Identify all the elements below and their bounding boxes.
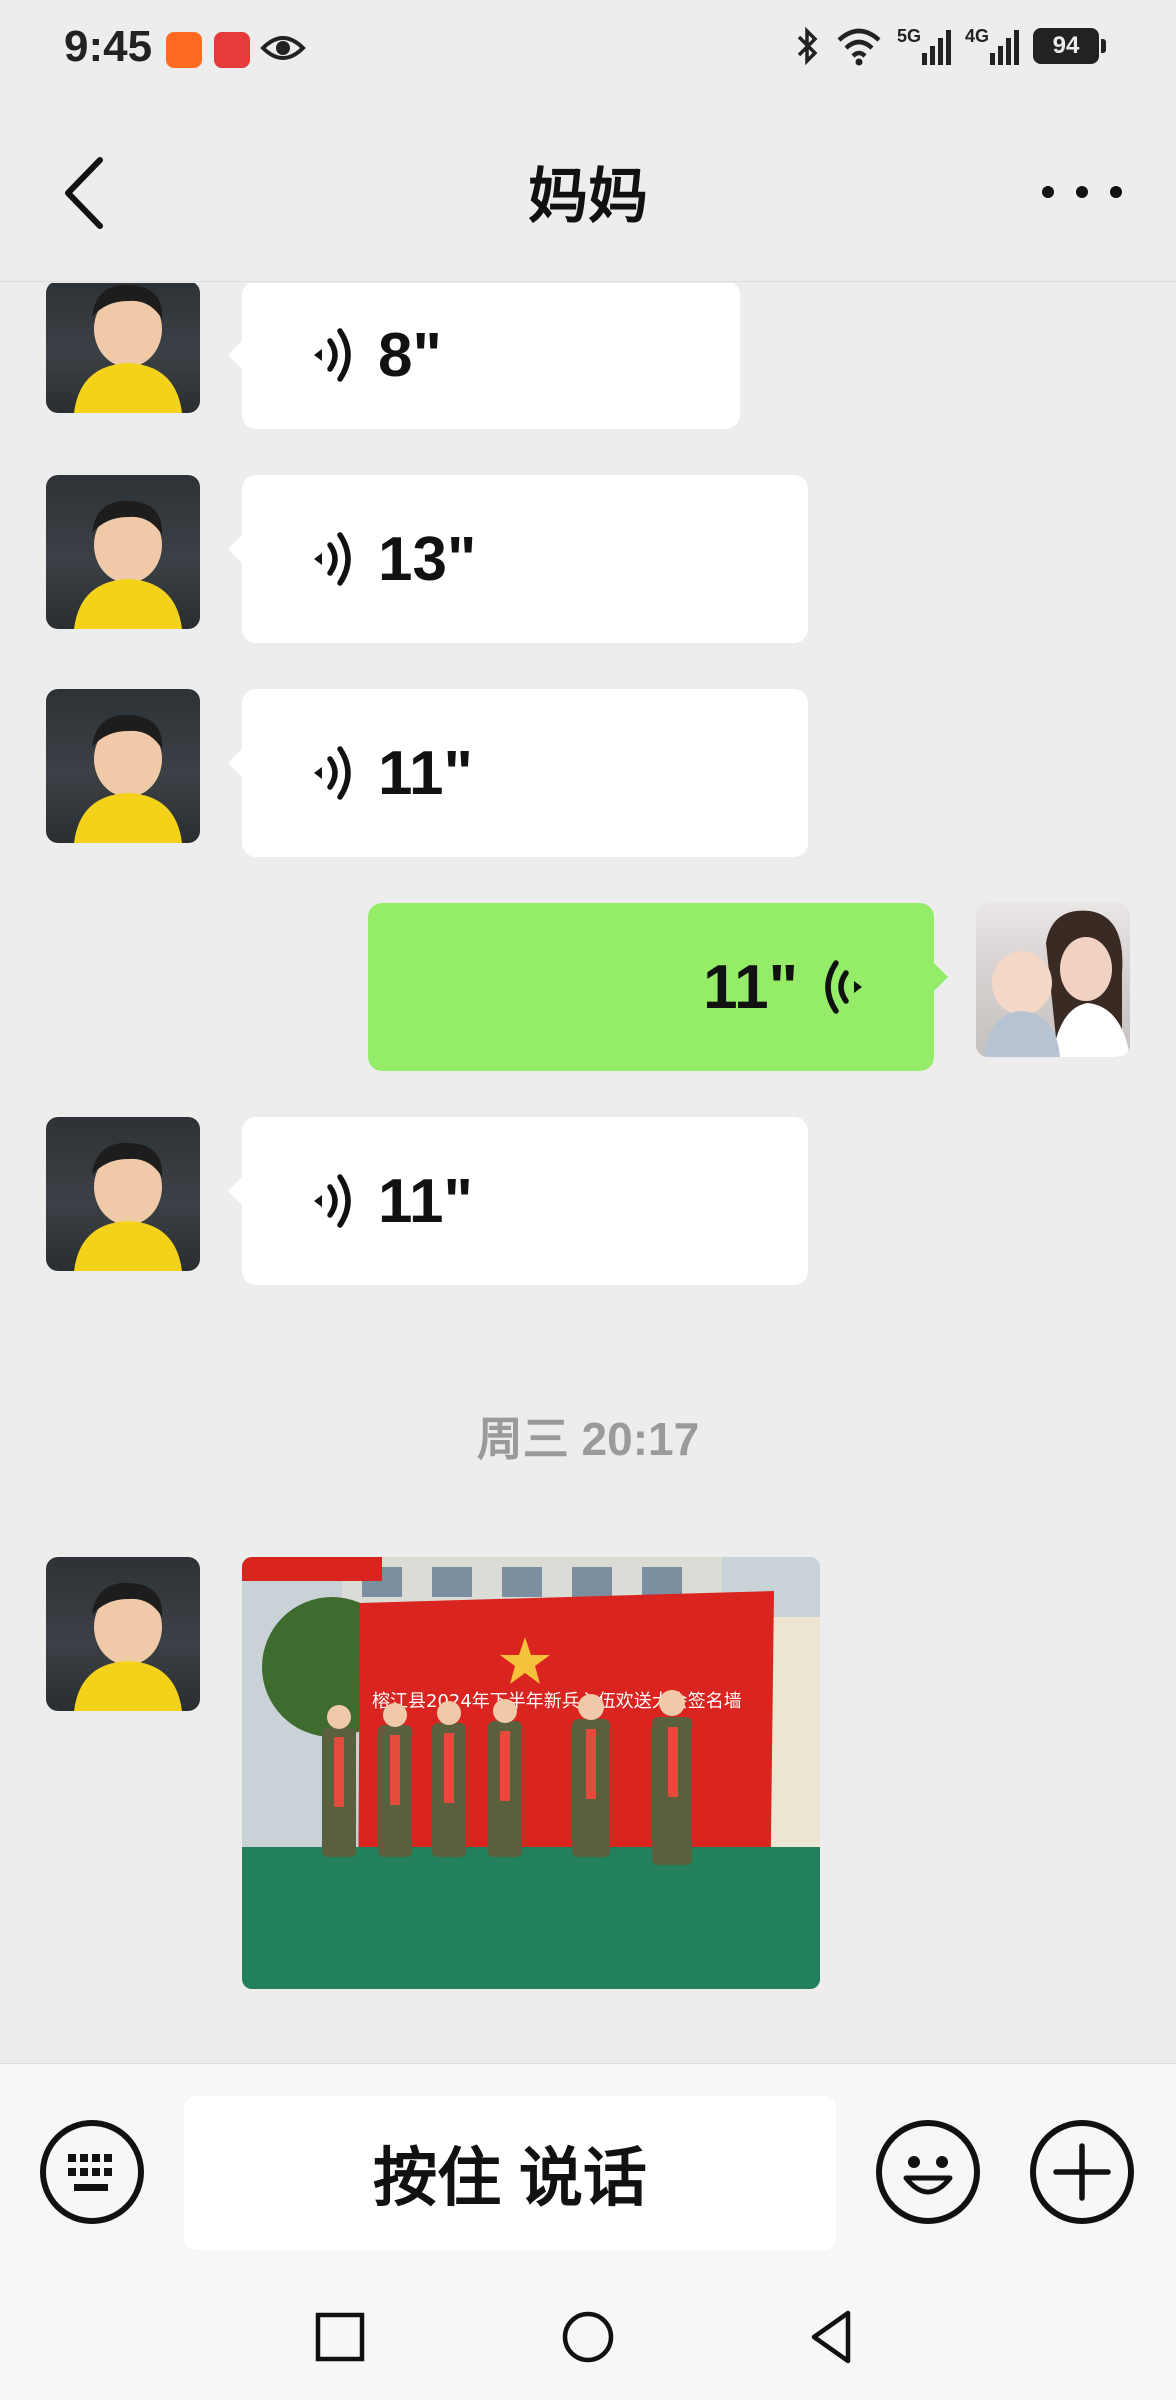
home-circle-icon[interactable] bbox=[556, 2305, 620, 2369]
status-icons: 5G 4G 94 bbox=[795, 26, 1106, 66]
child-photo-icon bbox=[74, 714, 182, 843]
status-time: 9:45 bbox=[64, 22, 153, 71]
contact-avatar[interactable] bbox=[46, 475, 200, 629]
battery-indicator: 94 bbox=[1033, 28, 1106, 64]
contact-avatar[interactable] bbox=[46, 1117, 200, 1271]
signal-5g: 5G bbox=[897, 27, 951, 65]
wifi-icon bbox=[837, 28, 881, 66]
voice-message-incoming[interactable]: 11" bbox=[228, 1117, 808, 1285]
huawei-notification-icon bbox=[214, 32, 250, 68]
child-photo-icon bbox=[74, 284, 182, 413]
emoji-button[interactable] bbox=[876, 2120, 980, 2224]
more-functions-button[interactable] bbox=[1030, 2120, 1134, 2224]
chat-screen: 9:45 5G 4G 94 妈妈 8" 13" 11" 11" 11" 周三 2… bbox=[0, 0, 1176, 2400]
my-avatar[interactable] bbox=[976, 903, 1130, 1057]
voice-message-incoming[interactable]: 11" bbox=[228, 689, 808, 857]
voice-duration: 8" bbox=[378, 320, 442, 390]
timestamp-divider: 周三 20:17 bbox=[476, 1413, 700, 1465]
image-message[interactable]: 榕江县2024年下半年新兵入伍欢送大会签名墙 bbox=[242, 1557, 820, 1989]
keyboard-toggle-button[interactable] bbox=[40, 2120, 144, 2224]
voice-wave-icon bbox=[825, 960, 862, 1014]
smiley-icon bbox=[903, 2156, 953, 2195]
message-list[interactable]: 8" 13" 11" 11" 11" 周三 20:17 榕江县2024年下半年新… bbox=[0, 283, 1176, 2063]
signal-4g: 4G bbox=[965, 27, 1019, 65]
mother-baby-photo-icon bbox=[984, 910, 1130, 1057]
voice-wave-icon bbox=[314, 328, 351, 382]
voice-wave-icon bbox=[314, 532, 351, 586]
child-photo-icon bbox=[74, 1142, 182, 1271]
child-photo-icon bbox=[74, 500, 182, 629]
contact-avatar[interactable] bbox=[46, 1557, 200, 1711]
contact-avatar[interactable] bbox=[46, 689, 200, 843]
banner-text: 榕江县2024年下半年新兵入伍欢送大会签名墙 bbox=[372, 1691, 742, 1712]
signal-bars-icon bbox=[921, 30, 951, 65]
child-photo-icon bbox=[74, 1582, 182, 1711]
back-triangle-icon[interactable] bbox=[800, 2305, 864, 2369]
net-4g-label: 4G bbox=[964, 26, 989, 46]
plus-icon bbox=[1053, 2143, 1111, 2201]
app-notification-icon bbox=[166, 32, 202, 68]
chat-title: 妈妈 bbox=[528, 163, 648, 230]
input-bar: 按住 说话 bbox=[0, 2063, 1176, 2283]
recruits-photo: 榕江县2024年下半年新兵入伍欢送大会签名墙 bbox=[242, 1557, 820, 1989]
signal-bars-icon bbox=[990, 30, 1019, 65]
chat-header: 妈妈 bbox=[0, 100, 1176, 282]
more-dot-icon bbox=[1076, 186, 1088, 198]
voice-message-outgoing[interactable]: 11" bbox=[368, 903, 948, 1071]
voice-duration: 13" bbox=[378, 524, 477, 594]
recent-apps-icon[interactable] bbox=[308, 2305, 372, 2369]
keyboard-icon bbox=[68, 2154, 112, 2191]
battery-level: 94 bbox=[1052, 32, 1080, 59]
voice-wave-icon bbox=[314, 746, 351, 800]
status-bar: 9:45 5G 4G 94 bbox=[0, 0, 1176, 100]
hold-to-talk-button[interactable]: 按住 说话 bbox=[184, 2096, 836, 2250]
voice-duration: 11" bbox=[703, 952, 798, 1022]
bluetooth-icon bbox=[797, 26, 818, 66]
voice-wave-icon bbox=[314, 1174, 351, 1228]
voice-message-incoming[interactable]: 13" bbox=[228, 475, 808, 643]
voice-message-incoming[interactable]: 8" bbox=[228, 283, 740, 429]
more-options-button[interactable] bbox=[1042, 170, 1122, 214]
more-dot-icon bbox=[1042, 186, 1054, 198]
voice-duration: 11" bbox=[378, 738, 473, 808]
contact-avatar[interactable] bbox=[46, 283, 200, 413]
eye-icon bbox=[260, 36, 306, 60]
voice-duration: 11" bbox=[378, 1166, 473, 1236]
more-dot-icon bbox=[1110, 186, 1122, 198]
system-navigation-bar bbox=[0, 2283, 1176, 2400]
net-5g-label: 5G bbox=[896, 26, 921, 46]
